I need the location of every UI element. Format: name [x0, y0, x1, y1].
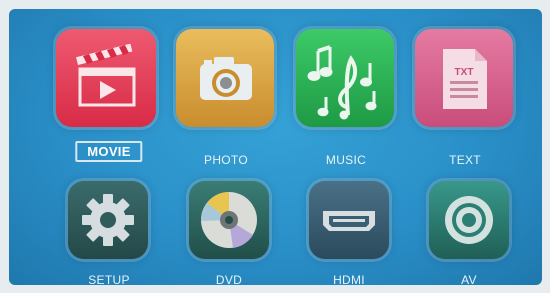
camera-icon: [176, 29, 274, 127]
menu-label-hdmi: HDMI: [333, 273, 365, 285]
av-circle-icon: [429, 181, 509, 259]
menu-tile-music[interactable]: MUSIC: [294, 29, 398, 174]
menu-label-movie: MOVIE: [75, 141, 143, 162]
hdmi-port-icon: [309, 181, 389, 259]
menu-label-photo: PHOTO: [204, 153, 248, 167]
menu-label-dvd: DVD: [215, 273, 243, 285]
txt-badge: TXT: [455, 67, 474, 78]
media-menu-screen: MOVIE PHOTO MUSIC TXT TEXT SETUP DVD HDM…: [9, 9, 542, 285]
menu-tile-movie[interactable]: MOVIE: [53, 29, 165, 174]
menu-label-text: TEXT: [449, 153, 481, 167]
menu-tile-text[interactable]: TXT TEXT: [413, 29, 517, 174]
music-notes-icon: [296, 29, 394, 127]
text-document-icon: TXT: [415, 29, 513, 127]
menu-label-music: MUSIC: [325, 153, 367, 167]
menu-tile-av[interactable]: AV: [419, 181, 519, 285]
menu-label-av: AV: [461, 273, 477, 285]
menu-tile-setup[interactable]: SETUP: [59, 181, 159, 285]
menu-tile-hdmi[interactable]: HDMI: [299, 181, 399, 285]
movie-clapper-icon: [56, 29, 156, 127]
menu-label-setup: SETUP: [88, 273, 130, 285]
disc-icon: [189, 181, 269, 259]
menu-tile-dvd[interactable]: DVD: [179, 181, 279, 285]
menu-tile-photo[interactable]: PHOTO: [174, 29, 278, 174]
gear-icon: [68, 181, 148, 259]
